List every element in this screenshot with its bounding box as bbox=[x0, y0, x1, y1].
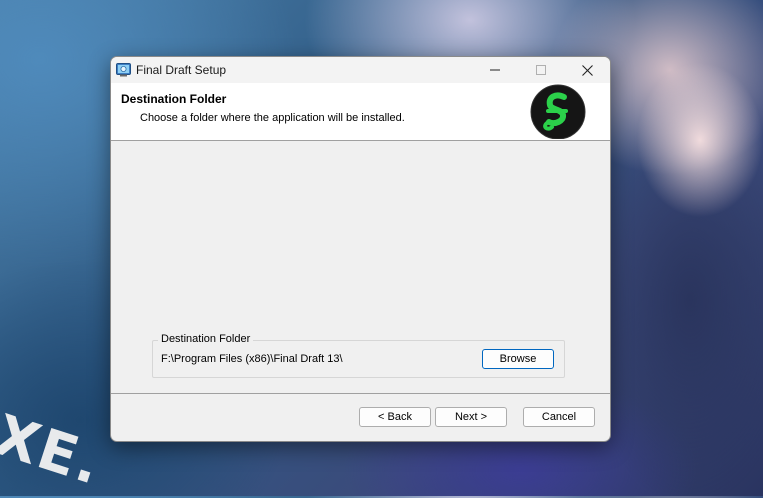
final-draft-logo-icon bbox=[528, 84, 588, 140]
page-title: Destination Folder bbox=[121, 92, 227, 106]
destination-path: F:\Program Files (x86)\Final Draft 13\ bbox=[161, 353, 343, 365]
cancel-button[interactable]: Cancel bbox=[523, 407, 595, 427]
close-icon bbox=[581, 64, 593, 76]
setup-window: Final Draft Setup Destination Folder Cho… bbox=[110, 56, 611, 442]
maximize-icon bbox=[536, 65, 546, 75]
title-bar[interactable]: Final Draft Setup bbox=[111, 57, 610, 83]
window-title: Final Draft Setup bbox=[136, 63, 227, 77]
destination-folder-label: Destination Folder bbox=[158, 333, 254, 345]
minimize-icon bbox=[490, 69, 500, 71]
wallpaper-decoration: XE. bbox=[0, 402, 111, 498]
next-button[interactable]: Next > bbox=[435, 407, 507, 427]
destination-folder-group: Destination Folder F:\Program Files (x86… bbox=[152, 333, 565, 378]
browse-button[interactable]: Browse bbox=[482, 349, 554, 369]
footer-divider bbox=[111, 393, 610, 394]
wizard-header: Destination Folder Choose a folder where… bbox=[111, 83, 610, 141]
installer-icon bbox=[116, 62, 131, 77]
minimize-button[interactable] bbox=[472, 57, 518, 83]
maximize-button[interactable] bbox=[518, 57, 564, 83]
close-button[interactable] bbox=[564, 57, 610, 83]
back-button[interactable]: < Back bbox=[359, 407, 431, 427]
page-subtitle: Choose a folder where the application wi… bbox=[140, 112, 405, 124]
